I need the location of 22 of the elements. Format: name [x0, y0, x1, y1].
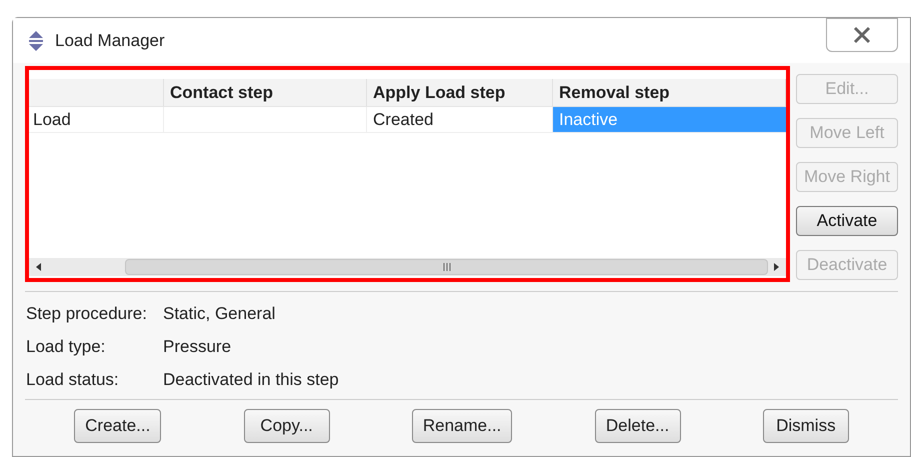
- window-title: Load Manager: [55, 30, 165, 52]
- dialog-button[interactable]: Create...: [74, 409, 162, 443]
- column-header[interactable]: Apply Load step: [367, 79, 553, 106]
- info-label: Load type:: [26, 336, 106, 358]
- close-icon: [852, 26, 872, 44]
- side-button[interactable]: Activate: [796, 206, 898, 236]
- column-header[interactable]: Contact step: [164, 79, 367, 106]
- dialog-button[interactable]: Copy...: [244, 409, 330, 443]
- dialog-button[interactable]: Delete...: [594, 409, 681, 443]
- grip-icon: [442, 263, 452, 271]
- info-value: Pressure: [163, 336, 232, 358]
- dialog-button[interactable]: Rename...: [412, 409, 512, 443]
- horizontal-scrollbar[interactable]: [29, 258, 786, 276]
- table-cell: Load: [29, 107, 164, 132]
- dialog-button[interactable]: Dismiss: [762, 409, 849, 443]
- info-value: Deactivated in this step: [163, 368, 339, 391]
- info-value: Static, General: [163, 302, 276, 325]
- close-button[interactable]: [826, 18, 898, 52]
- scrollbar-thumb[interactable]: [125, 259, 768, 275]
- column-header[interactable]: Removal step: [553, 79, 786, 106]
- info-label: Step procedure:: [26, 302, 148, 325]
- info-label: Load status:: [26, 368, 120, 391]
